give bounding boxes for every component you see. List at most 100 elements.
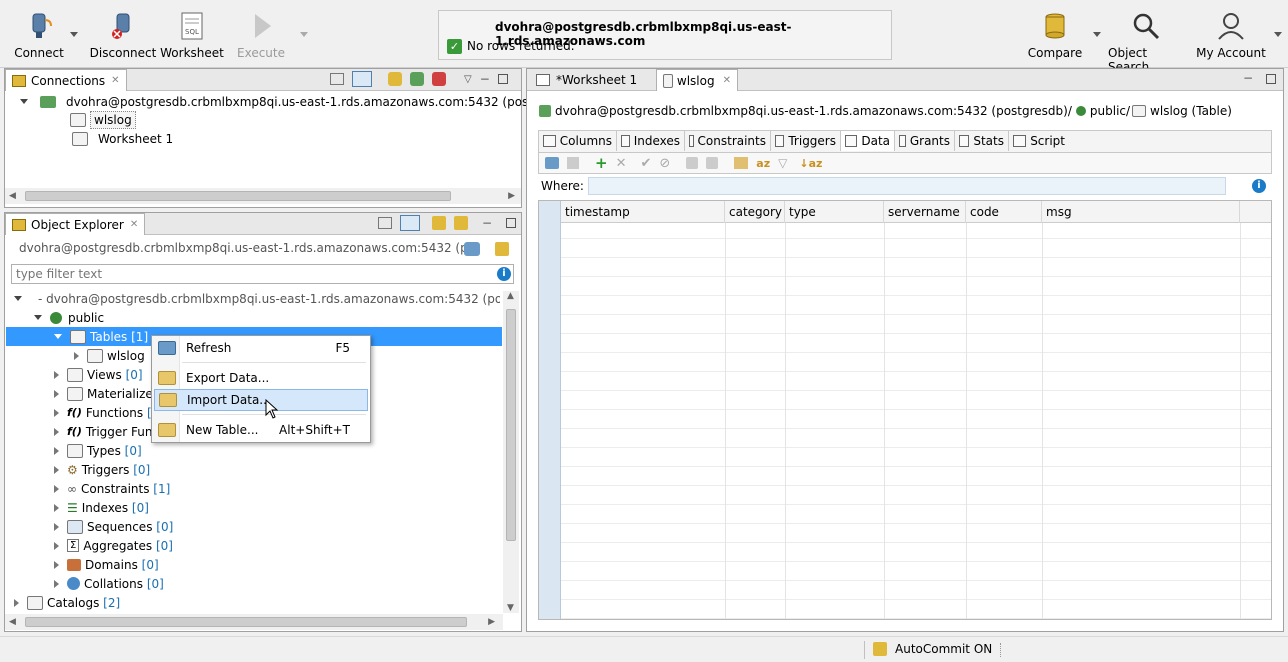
tree-views[interactable]: Views [0] <box>54 365 143 384</box>
collapse-icon[interactable] <box>14 598 19 607</box>
disconnect-small-icon[interactable] <box>432 72 446 86</box>
cancel-icon[interactable]: ⊘ <box>659 156 670 171</box>
sort-order-icon[interactable]: ↓az <box>799 157 822 170</box>
expand-icon[interactable] <box>20 99 28 104</box>
collapse-icon[interactable] <box>54 541 59 550</box>
collapse-icon[interactable] <box>54 389 59 398</box>
subtab-columns[interactable]: Columns <box>539 131 617 151</box>
column-header-timestamp[interactable]: timestamp <box>561 201 725 223</box>
collapse-icon[interactable] <box>74 351 79 360</box>
stop-icon[interactable] <box>567 157 579 169</box>
collapse-icon[interactable] <box>54 560 59 569</box>
collapse-icon[interactable] <box>54 370 59 379</box>
connect-small-icon[interactable] <box>388 72 402 86</box>
data-grid[interactable]: timestamp category type servername code … <box>538 200 1272 620</box>
expand-icon[interactable] <box>14 296 22 301</box>
connect-dropdown-icon[interactable] <box>70 32 78 37</box>
subtab-grants[interactable]: Grants <box>895 131 955 151</box>
autocommit-status[interactable]: AutoCommit ON <box>895 642 992 656</box>
commit-icon[interactable]: ✔ <box>640 156 651 171</box>
tab-wlslog[interactable]: wlslog ✕ <box>656 69 738 91</box>
tree-table-wlslog[interactable]: wlslog <box>74 346 145 365</box>
maximize-icon[interactable] <box>1266 74 1276 84</box>
disconnect-button[interactable]: Disconnect <box>90 10 156 62</box>
close-icon[interactable]: ✕ <box>130 219 138 230</box>
funnel-icon[interactable]: ▽ <box>778 156 787 170</box>
execute-dropdown-icon[interactable] <box>300 32 308 37</box>
add-row-icon[interactable]: + <box>595 154 608 172</box>
tree-connection-node[interactable]: - dvohra@postgresdb.crbmlbxmp8qi.us-east… <box>14 289 500 308</box>
tree-functions[interactable]: f() Functions [0 <box>54 403 159 422</box>
tree-constraints[interactable]: ∞ Constraints [1] <box>54 479 170 498</box>
collapse-icon[interactable] <box>54 522 59 531</box>
compare-button[interactable]: Compare <box>1028 10 1082 62</box>
column-header-category[interactable]: category <box>725 201 785 223</box>
sort-icon[interactable]: az <box>756 157 770 170</box>
refresh-icon[interactable] <box>545 157 559 169</box>
export-icon[interactable] <box>686 157 699 169</box>
minimize-view-icon[interactable] <box>330 73 344 85</box>
tree-trigger-functions[interactable]: f() Trigger Funct <box>54 422 164 441</box>
compare-dropdown-icon[interactable] <box>1093 32 1101 37</box>
tree-catalogs[interactable]: Catalogs [2] <box>14 593 120 612</box>
scroll-thumb[interactable] <box>506 309 516 541</box>
subtab-constraints[interactable]: Constraints <box>685 131 771 151</box>
column-header-code[interactable]: code <box>966 201 1042 223</box>
account-dropdown-icon[interactable] <box>1274 32 1282 37</box>
scroll-thumb[interactable] <box>25 617 467 627</box>
connections-hscrollbar[interactable]: ◀ ▶ <box>5 188 521 204</box>
object-search-button[interactable]: Object Search <box>1108 10 1184 74</box>
maximize-icon[interactable] <box>497 74 508 84</box>
connection-item-worksheet[interactable]: Worksheet 1 <box>72 129 173 148</box>
tree-triggers[interactable]: ⚙ Triggers [0] <box>54 460 150 479</box>
collapse-icon[interactable] <box>54 579 59 588</box>
link-editor-icon[interactable] <box>400 215 420 231</box>
subtab-triggers[interactable]: Triggers <box>771 131 841 151</box>
subtab-indexes[interactable]: Indexes <box>617 131 685 151</box>
collapse-icon[interactable] <box>54 446 59 455</box>
close-icon[interactable]: ✕ <box>111 75 119 86</box>
collapse-icon[interactable] <box>54 484 59 493</box>
connect-button[interactable]: Connect <box>10 10 68 62</box>
minimize-icon[interactable]: − <box>482 216 492 230</box>
column-header-servername[interactable]: servername <box>884 201 966 223</box>
filter-icon[interactable] <box>432 216 446 230</box>
menu-item-export-data[interactable]: Export Data... <box>154 367 368 389</box>
close-icon[interactable]: ✕ <box>723 75 731 86</box>
menu-item-import-data[interactable]: Import Data... <box>154 389 368 411</box>
menu-item-refresh[interactable]: Refresh F5 <box>154 337 368 359</box>
where-input[interactable] <box>588 177 1226 195</box>
refresh-icon[interactable] <box>464 242 480 256</box>
info-icon[interactable]: i <box>1252 179 1266 193</box>
connection-node[interactable]: dvohra@postgresdb.crbmlbxmp8qi.us-east-1… <box>20 92 579 111</box>
explorer-vscrollbar[interactable]: ▲ ▼ <box>503 291 519 613</box>
subtab-data[interactable]: Data <box>841 131 895 151</box>
expand-icon[interactable] <box>54 334 62 339</box>
minimize-icon[interactable]: − <box>1243 71 1253 85</box>
maximize-icon[interactable] <box>506 218 517 228</box>
delete-row-icon[interactable]: ✕ <box>616 156 627 171</box>
link-editor-icon[interactable] <box>352 71 372 87</box>
worksheet-button[interactable]: SQL Worksheet <box>160 10 224 62</box>
new-object-icon[interactable] <box>495 242 509 256</box>
minimize-icon[interactable]: − <box>480 72 490 86</box>
my-account-button[interactable]: My Account <box>1196 10 1266 62</box>
tree-schema-public[interactable]: public <box>34 308 104 327</box>
scroll-thumb[interactable] <box>25 191 451 201</box>
tree-types[interactable]: Types [0] <box>54 441 142 460</box>
tab-connections[interactable]: Connections ✕ <box>5 69 127 91</box>
tree-indexes[interactable]: ☰ Indexes [0] <box>54 498 149 517</box>
database-icon[interactable] <box>454 216 468 230</box>
connection-item-wlslog[interactable]: wlslog <box>70 110 136 129</box>
subtab-stats[interactable]: Stats <box>955 131 1009 151</box>
view-menu-icon[interactable]: ▽ <box>464 74 472 85</box>
tab-worksheet-1[interactable]: *Worksheet 1 <box>530 69 650 91</box>
menu-item-new-table[interactable]: New Table... Alt+Shift+T <box>154 419 368 441</box>
tree-materialized-views[interactable]: Materialized <box>54 384 160 403</box>
tab-object-explorer[interactable]: Object Explorer ✕ <box>5 213 146 235</box>
explorer-hscrollbar[interactable]: ◀ ▶ <box>5 614 503 630</box>
columns-select-icon[interactable] <box>734 157 749 169</box>
collapse-icon[interactable] <box>54 465 59 474</box>
add-connection-icon[interactable] <box>410 72 424 86</box>
subtab-script[interactable]: Script <box>1009 131 1069 151</box>
